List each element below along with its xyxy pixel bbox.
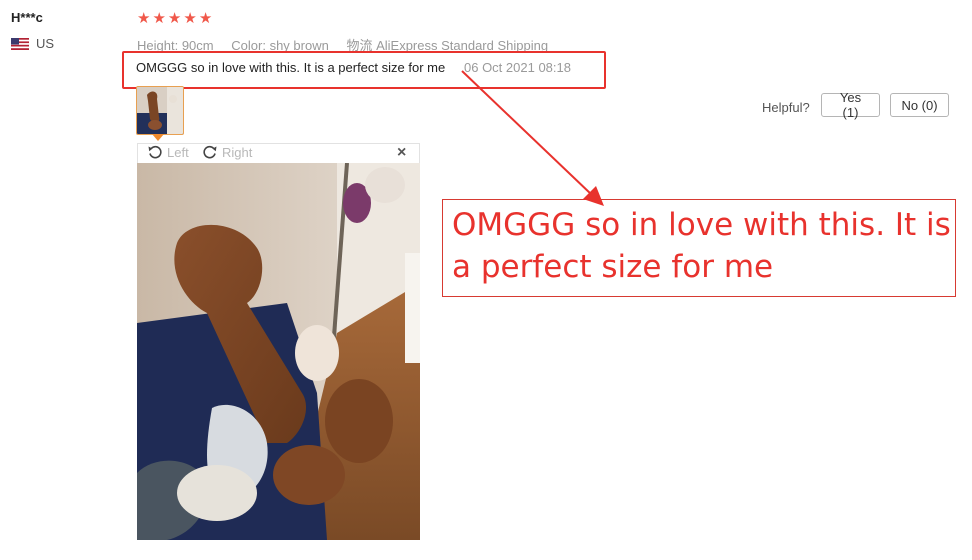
rotate-left-icon — [148, 145, 162, 159]
star-icon: ★ — [152, 10, 166, 27]
plush-photo — [137, 163, 420, 540]
rotate-right-label: Right — [222, 144, 253, 160]
review-text: OMGGG so in love with this. It is a perf… — [136, 60, 446, 75]
helpful-label: Helpful? — [762, 100, 810, 115]
callout-text: OMGGG so in love with this. It is a perf… — [452, 207, 951, 285]
rotate-left-button[interactable]: Left — [147, 144, 189, 160]
rotate-right-icon — [203, 145, 217, 159]
us-flag-icon — [11, 37, 29, 50]
rotate-right-button[interactable]: Right — [202, 144, 252, 160]
star-icon: ★ — [198, 10, 213, 27]
close-viewer-icon[interactable]: × — [397, 144, 406, 162]
country-code: US — [36, 36, 55, 51]
review-photo-thumbnail[interactable] — [136, 86, 184, 135]
thumbnail-image — [137, 87, 183, 134]
reviewer-name: H***c — [11, 10, 43, 25]
review-photo-large — [137, 163, 420, 540]
helpful-yes-button[interactable]: Yes (1) — [821, 90, 880, 120]
star-icon: ★ — [137, 10, 151, 27]
thumbnail-selected-caret — [152, 134, 164, 141]
rotate-left-label: Left — [167, 144, 189, 160]
helpful-no-button[interactable]: No (0) — [890, 93, 949, 117]
reviewer-country: US — [11, 36, 54, 51]
review-date: 06 Oct 2021 08:18 — [464, 60, 571, 75]
star-rating: ★ ★ ★ ★ ★ — [137, 10, 212, 27]
star-icon: ★ — [167, 10, 182, 27]
star-icon: ★ — [183, 10, 197, 27]
